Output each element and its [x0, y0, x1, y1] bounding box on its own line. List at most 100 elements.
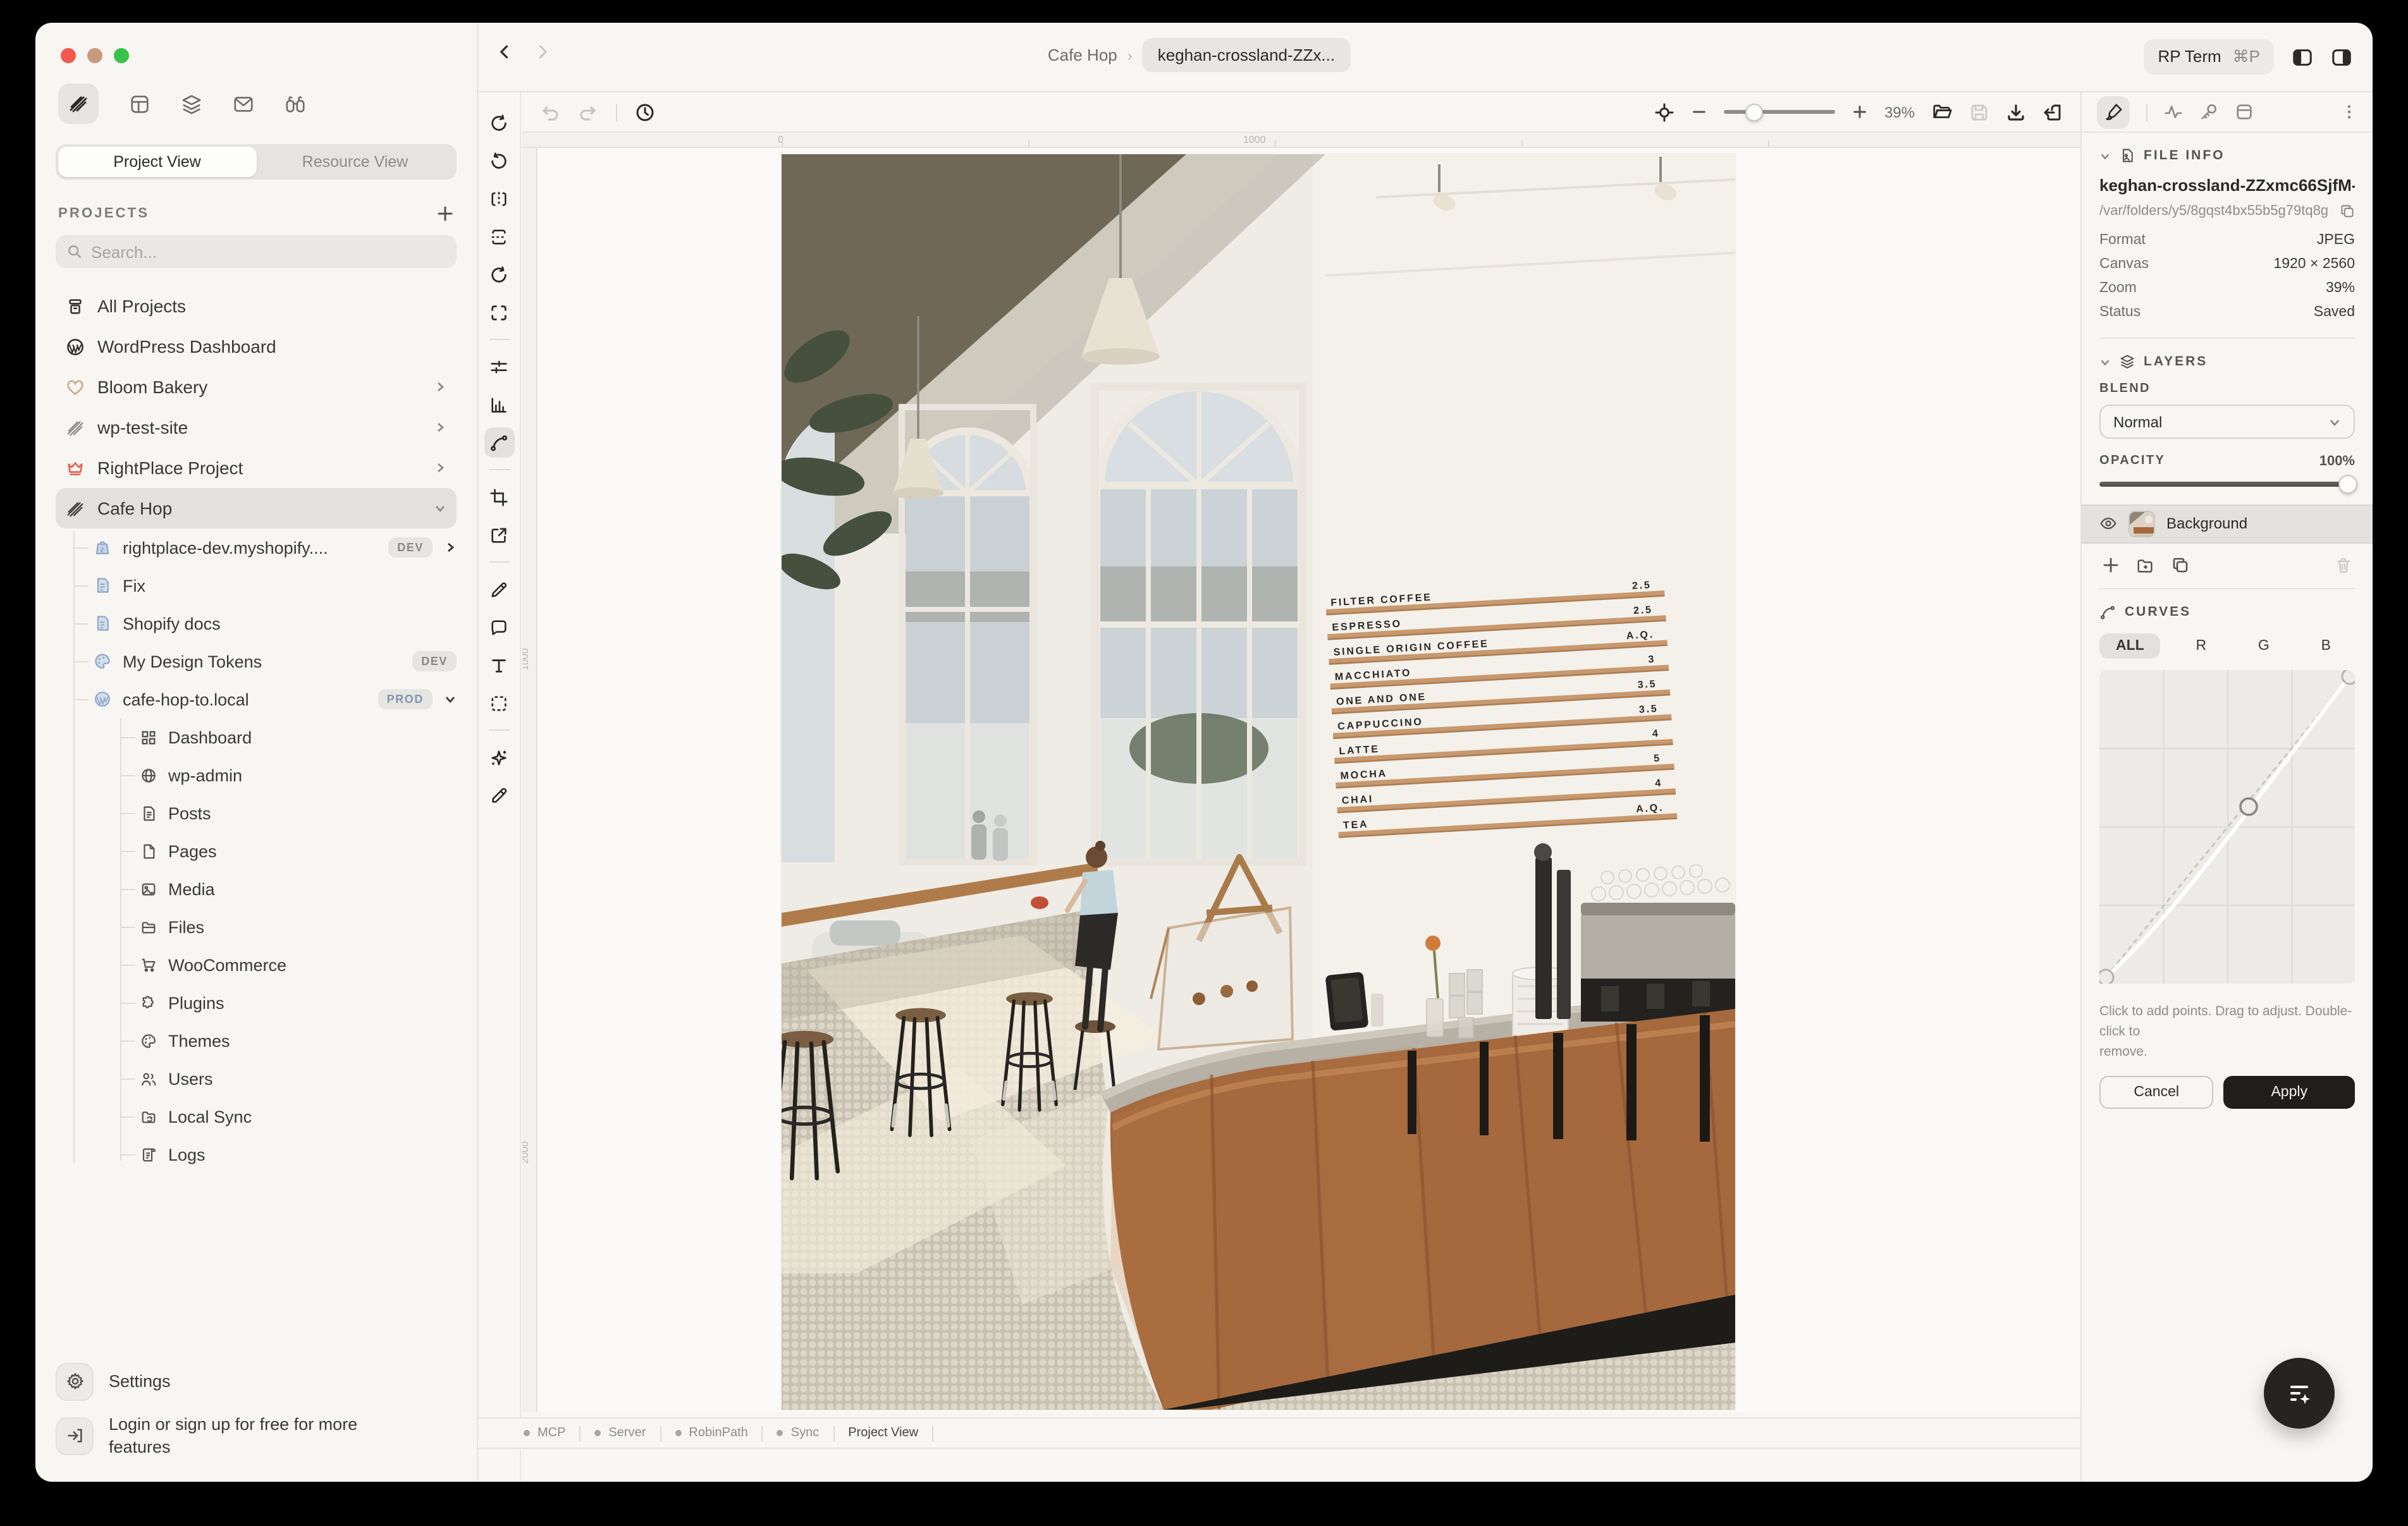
undo-icon[interactable] — [540, 102, 560, 122]
login-row[interactable]: Login or sign up for free for more featu… — [56, 1413, 457, 1459]
curve-editor[interactable] — [2099, 669, 2355, 986]
tab-resource-view[interactable]: Resource View — [256, 147, 454, 177]
zoom-slider-thumb[interactable] — [1745, 103, 1763, 121]
flip-horizontal-icon[interactable] — [484, 183, 514, 214]
layers-view-icon[interactable] — [181, 93, 202, 114]
status-server[interactable]: Server — [608, 1426, 646, 1440]
fit-screen-icon[interactable] — [484, 297, 514, 327]
export-share-icon[interactable] — [484, 520, 514, 550]
sidebar-item-pages[interactable]: Pages — [120, 832, 457, 870]
histogram-icon[interactable] — [484, 389, 514, 420]
file-tab[interactable]: keghan-crossland-ZZx... — [1142, 38, 1351, 72]
ai-tasks-fab[interactable] — [2264, 1358, 2335, 1429]
app-logo-icon[interactable] — [58, 83, 99, 124]
rotate-cw-icon[interactable] — [484, 107, 514, 138]
back-icon[interactable] — [496, 43, 513, 61]
status-view-label[interactable]: Project View — [848, 1426, 918, 1440]
sidebar-item-themes[interactable]: Themes — [120, 1022, 457, 1059]
sidebar-item-users[interactable]: Users — [120, 1059, 457, 1097]
sidebar-item-rightplace-project[interactable]: RightPlace Project — [56, 448, 457, 488]
chevron-down-icon[interactable] — [2099, 356, 2111, 367]
more-menu-icon[interactable] — [2341, 104, 2357, 120]
sidebar-item-local-sync[interactable]: Local Sync — [120, 1097, 457, 1135]
cancel-button[interactable]: Cancel — [2099, 1076, 2214, 1109]
sidebar-item-files[interactable]: Files — [120, 908, 457, 946]
sidebar-item-media[interactable]: Media — [120, 870, 457, 908]
close-button[interactable] — [61, 48, 76, 63]
sidebar-item-wp-admin[interactable]: wp-admin — [120, 756, 457, 794]
zoom-in-icon[interactable] — [1852, 104, 1868, 120]
sidebar-item-my-design-tokens[interactable]: My Design Tokens DEV — [73, 642, 457, 680]
sidebar-item-dashboard[interactable]: Dashboard — [120, 718, 457, 756]
zoom-out-icon[interactable] — [1691, 104, 1707, 120]
sidebar-item-fix[interactable]: Fix — [73, 566, 457, 604]
sidebar-item-all-projects[interactable]: All Projects — [56, 286, 457, 326]
save-icon[interactable] — [1969, 102, 1989, 122]
mail-icon[interactable] — [233, 93, 254, 114]
toggle-left-panel-icon[interactable] — [2292, 46, 2313, 68]
layout-view-icon[interactable] — [129, 93, 150, 114]
export-file-icon[interactable] — [2042, 102, 2063, 122]
sidebar-item-shopify-docs[interactable]: Shopify docs — [73, 604, 457, 642]
curves-tool-icon[interactable] — [484, 427, 514, 458]
status-mcp[interactable]: MCP — [538, 1426, 565, 1440]
tab-blue-channel[interactable]: B — [2305, 633, 2347, 658]
flip-vertical-icon[interactable] — [484, 221, 514, 252]
photo-canvas[interactable]: FILTER COFFEE2.5 ESPRESSO2.5 SINGLE ORIG… — [782, 154, 1735, 1410]
add-project-icon[interactable] — [436, 205, 454, 223]
pencil-icon[interactable] — [484, 574, 514, 604]
visibility-eye-icon[interactable] — [2099, 515, 2117, 532]
forward-icon[interactable] — [534, 43, 551, 61]
tab-green-channel[interactable]: G — [2242, 633, 2286, 658]
opacity-slider[interactable] — [2099, 474, 2357, 494]
rotate-ccw-icon[interactable] — [484, 145, 514, 176]
delete-layer-icon[interactable] — [2335, 556, 2352, 574]
comment-icon[interactable] — [484, 612, 514, 642]
history-clock-icon[interactable] — [635, 102, 655, 122]
status-sync[interactable]: Sync — [791, 1426, 819, 1440]
activity-panel-icon[interactable] — [2164, 102, 2183, 121]
copy-path-icon[interactable] — [2340, 204, 2355, 219]
sidebar-item-rightplace-dev[interactable]: rightplace-dev.myshopify.... DEV — [73, 528, 457, 566]
text-tool-icon[interactable] — [484, 650, 514, 680]
download-icon[interactable] — [2006, 102, 2026, 122]
rp-term-button[interactable]: RP Term ⌘P — [2144, 39, 2274, 75]
snap-target-icon[interactable] — [1654, 102, 1674, 122]
zoom-slider[interactable] — [1723, 103, 1835, 121]
sidebar-item-wp-test-site[interactable]: wp-test-site — [56, 407, 457, 448]
curve-control-point[interactable] — [2239, 797, 2258, 815]
zoom-value[interactable]: 39% — [1884, 103, 1915, 121]
redo-icon[interactable] — [578, 102, 598, 122]
new-group-icon[interactable] — [2136, 556, 2155, 575]
sidebar-item-plugins[interactable]: Plugins — [120, 984, 457, 1022]
canvas-area[interactable]: 0 1000 1000 2000 FILTER COFFEE 2.5 ESPRE… — [522, 133, 2080, 1412]
blend-select[interactable]: Normal — [2099, 405, 2355, 439]
tab-red-channel[interactable]: R — [2180, 633, 2223, 658]
marquee-select-icon[interactable] — [484, 688, 514, 718]
opacity-slider-thumb[interactable] — [2338, 474, 2357, 494]
sidebar-item-logs[interactable]: Logs — [120, 1135, 457, 1173]
breadcrumb-project[interactable]: Cafe Hop — [1048, 46, 1117, 64]
rotate-canvas-icon[interactable] — [484, 259, 514, 290]
tab-project-view[interactable]: Project View — [58, 147, 256, 177]
open-folder-icon[interactable] — [1931, 101, 1953, 123]
search-box[interactable] — [56, 235, 457, 268]
sidebar-item-cafe-hop-to-local[interactable]: cafe-hop-to.local PROD — [73, 680, 457, 718]
sidebar-item-cafe-hop[interactable]: Cafe Hop — [56, 488, 457, 528]
layout-panel-icon[interactable] — [2235, 102, 2254, 121]
minimize-button[interactable] — [87, 48, 102, 63]
zoom-button[interactable] — [114, 48, 129, 63]
sidebar-item-woocommerce[interactable]: WooCommerce — [120, 946, 457, 984]
crop-icon[interactable] — [484, 482, 514, 512]
sidebar-item-wordpress-dashboard[interactable]: WordPress Dashboard — [56, 326, 457, 367]
tab-all-channels[interactable]: ALL — [2099, 633, 2161, 658]
eyedropper-icon[interactable] — [484, 780, 514, 810]
settings-row[interactable]: Settings — [56, 1362, 457, 1401]
binoculars-icon[interactable] — [285, 93, 306, 114]
brush-panel-icon[interactable] — [2097, 95, 2130, 128]
status-robinpath[interactable]: RobinPath — [689, 1426, 747, 1440]
sidebar-item-posts[interactable]: Posts — [120, 794, 457, 832]
apply-button[interactable]: Apply — [2223, 1076, 2355, 1109]
duplicate-layer-icon[interactable] — [2172, 556, 2189, 574]
toggle-right-panel-icon[interactable] — [2331, 46, 2352, 68]
